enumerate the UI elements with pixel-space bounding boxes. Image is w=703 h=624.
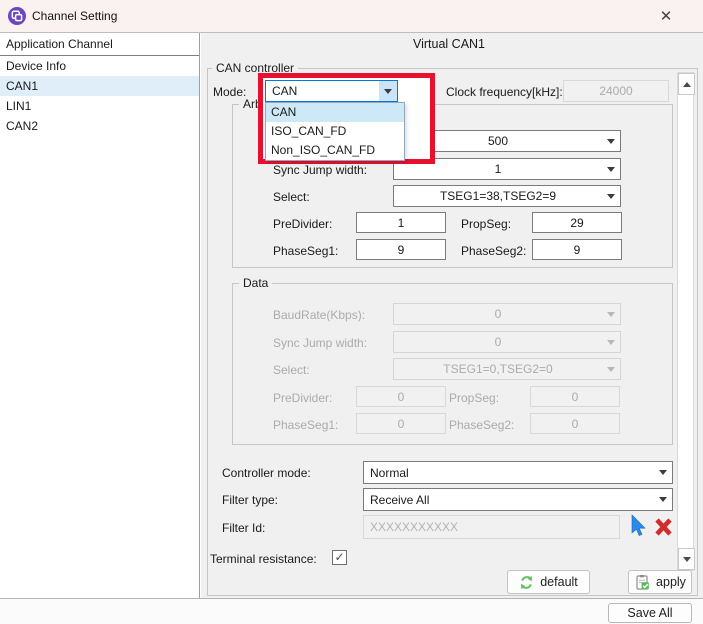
arb-predivider-label: PreDivider: [273,217,332,231]
chevron-down-icon [602,186,620,206]
terminal-resistance-label: Terminal resistance: [210,552,317,566]
app-icon [8,7,26,25]
arb-sync-jump-label: Sync Jump width: [273,163,367,177]
arb-select-label: Select: [273,190,310,204]
chevron-down-icon [602,332,620,352]
clock-frequency-label: Clock frequency[kHz]: [446,85,563,99]
bottom-bar [0,598,703,624]
mode-dropdown-list: CAN ISO_CAN_FD Non_ISO_CAN_FD [265,102,405,161]
chevron-down-icon [654,462,672,483]
data-baudrate-label: BaudRate(Kbps): [273,308,365,322]
filter-type-label: Filter type: [222,493,278,507]
check-icon: ✓ [334,551,344,564]
data-select-label: Select: [273,363,310,377]
window-title: Channel Setting [32,0,117,32]
data-propseg-label: PropSeg: [449,391,499,405]
mode-option-can[interactable]: CAN [266,103,404,122]
sidebar-item-lin1[interactable]: LIN1 [0,96,199,116]
mode-select[interactable]: CAN [265,80,398,102]
chevron-down-icon [654,489,672,510]
data-phaseseg2-input [530,413,620,434]
arb-phaseseg2-input[interactable] [532,239,622,260]
data-sync-jump-select: 0 [393,331,621,353]
close-icon[interactable]: ✕ [641,0,691,31]
channel-sidebar: Application Channel Device Info CAN1 LIN… [0,33,200,598]
data-group-label: Data [239,276,272,290]
refresh-icon [519,575,534,590]
scrollbar-up-icon[interactable] [678,73,695,95]
data-phaseseg1-input [356,413,446,434]
data-predivider-label: PreDivider: [273,391,332,405]
arb-propseg-label: PropSeg: [461,217,511,231]
data-phaseseg2-label: PhaseSeg2: [449,418,514,432]
data-baudrate-select: 0 [393,303,621,325]
arb-propseg-input[interactable] [532,212,622,233]
sidebar-item-can2[interactable]: CAN2 [0,116,199,136]
sidebar-item-can1[interactable]: CAN1 [0,76,199,96]
arb-predivider-input[interactable] [356,212,446,233]
chevron-down-icon [602,131,620,151]
apply-button[interactable]: apply [628,570,692,594]
chevron-down-icon [602,359,620,379]
pick-cursor-icon[interactable] [626,513,650,540]
arb-phaseseg1-label: PhaseSeg1: [273,244,338,258]
data-predivider-input [356,386,446,407]
filter-id-label: Filter Id: [222,521,265,535]
chevron-down-icon [602,304,620,324]
title-bar: Channel Setting ✕ [0,0,703,33]
clear-filter-icon[interactable] [651,513,676,540]
apply-check-icon [634,574,650,590]
chevron-down-icon [602,159,620,179]
controller-mode-label: Controller mode: [222,466,311,480]
mode-option-iso-can-fd[interactable]: ISO_CAN_FD [266,122,404,141]
page-title: Virtual CAN1 [207,37,691,51]
data-sync-jump-label: Sync Jump width: [273,336,367,350]
chevron-down-icon [379,81,397,101]
arb-tseg-select[interactable]: TSEG1=38,TSEG2=9 [393,185,621,207]
data-propseg-input [530,386,620,407]
filter-id-input [363,515,620,539]
arb-phaseseg1-input[interactable] [356,239,446,260]
data-tseg-select: TSEG1=0,TSEG2=0 [393,358,621,380]
arb-phaseseg2-label: PhaseSeg2: [461,244,526,258]
sidebar-header: Application Channel [0,33,199,56]
sidebar-item-device-info[interactable]: Device Info [0,56,199,76]
controller-mode-select[interactable]: Normal [363,461,673,484]
terminal-resistance-checkbox[interactable]: ✓ [332,550,347,565]
save-all-button[interactable]: Save All [608,603,692,623]
clock-frequency-input [563,80,669,102]
data-phaseseg1-label: PhaseSeg1: [273,418,338,432]
scrollbar[interactable] [677,72,694,571]
channel-setting-window: Channel Setting ✕ Application Channel De… [0,0,703,624]
mode-option-non-iso-can-fd[interactable]: Non_ISO_CAN_FD [266,141,404,160]
default-button[interactable]: default [507,570,590,594]
filter-type-select[interactable]: Receive All [363,488,673,511]
scrollbar-down-icon[interactable] [678,548,695,570]
